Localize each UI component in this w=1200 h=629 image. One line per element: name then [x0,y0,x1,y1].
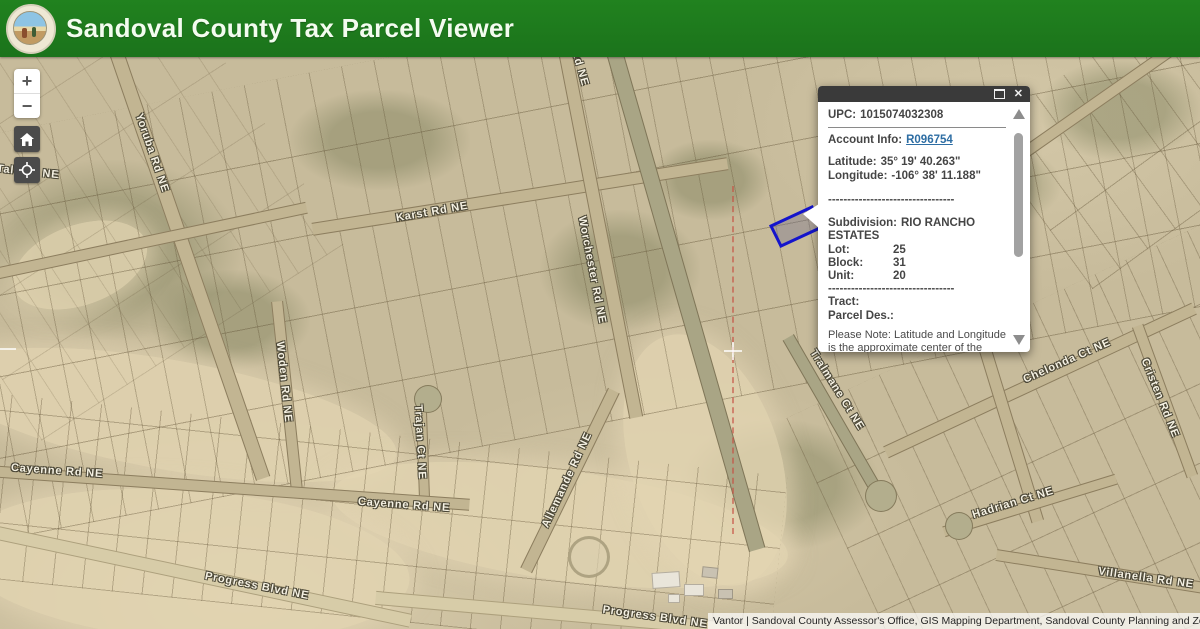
separator: --------------------------------- [828,194,1006,207]
home-icon [20,133,34,146]
scroll-thumb[interactable] [1014,133,1023,257]
popup-pointer [803,204,819,228]
page-title: Sandoval County Tax Parcel Viewer [66,13,514,44]
zoom-in-button[interactable]: + [14,69,40,93]
building [668,594,680,603]
road-yoruba [100,57,270,481]
corral-feature [568,536,610,578]
app-header: Sandoval County Tax Parcel Viewer [0,0,1200,57]
road-topright [1018,57,1200,160]
county-seal-logo [6,4,56,54]
parcel-des-line: Parcel Des.: [828,310,1006,323]
map-canvas[interactable]: Yoruba Rd NE Talo Ct NE Karst Rd NE Rd N… [0,57,1200,629]
account-link[interactable]: R096754 [906,134,953,146]
account-line: Account Info:R096754 [828,134,1006,147]
road-label: Allemande Rd NE [540,430,595,529]
road-label: Villanella Rd NE [1097,565,1194,590]
separator: --------------------------------- [828,283,1006,296]
lot-line: Lot:25 [828,244,1006,257]
road-label: Yoruba Rd NE [133,112,171,194]
zoom-out-button[interactable]: − [14,93,40,118]
scroll-up-button[interactable] [1013,109,1025,119]
locate-button[interactable] [14,157,40,183]
locate-icon [19,162,35,178]
section-line-red-dashed [732,186,734,534]
maximize-icon[interactable] [994,89,1005,99]
seal-figure [32,27,36,37]
subdivision-line: Subdivision:RIO RANCHO ESTATES [828,217,1006,243]
tract-line: Tract: [828,296,1006,309]
vegetation-patch [290,90,470,190]
upc-line: UPC:1015074032308 [828,109,1006,122]
road-cross-street [0,202,308,280]
section-corner-mark [732,342,734,360]
longitude-line: Longitude:-106° 38' 11.188" [828,170,1006,183]
section-corner-mark [0,348,16,350]
close-icon[interactable]: ✕ [1014,89,1023,100]
unit-line: Unit:20 [828,270,1006,283]
home-button[interactable] [14,126,40,152]
latitude-line: Latitude:35° 19' 40.263" [828,156,1006,169]
culdesac-hadrian [945,512,973,540]
building [701,566,718,579]
popup-titlebar[interactable]: ✕ [818,86,1030,102]
popup-note: Please Note: Latitude and Longitude is t… [828,329,1006,352]
zoom-control: + − [14,69,40,118]
popup-body: UPC:1015074032308 Account Info:R096754 L… [818,102,1030,352]
seal-figure [22,28,27,38]
popup-scrollbar [1011,106,1027,348]
culdesac-tralmane [865,480,897,512]
parcel-info-popup: ✕ UPC:1015074032308 Account Info:R096754… [818,86,1030,352]
map-attribution: Vantor | Sandoval County Assessor's Offi… [708,613,1200,629]
vegetation-patch [1040,60,1200,160]
road-tralmane [783,334,887,501]
road-label: Chelonda Ct NE [1021,336,1112,385]
scroll-down-button[interactable] [1013,335,1025,345]
building [684,584,704,596]
seal-art [13,11,47,45]
building [718,589,733,599]
divider [828,127,1006,128]
building [651,571,680,589]
block-line: Block:31 [828,257,1006,270]
parcel-grid [0,57,344,441]
